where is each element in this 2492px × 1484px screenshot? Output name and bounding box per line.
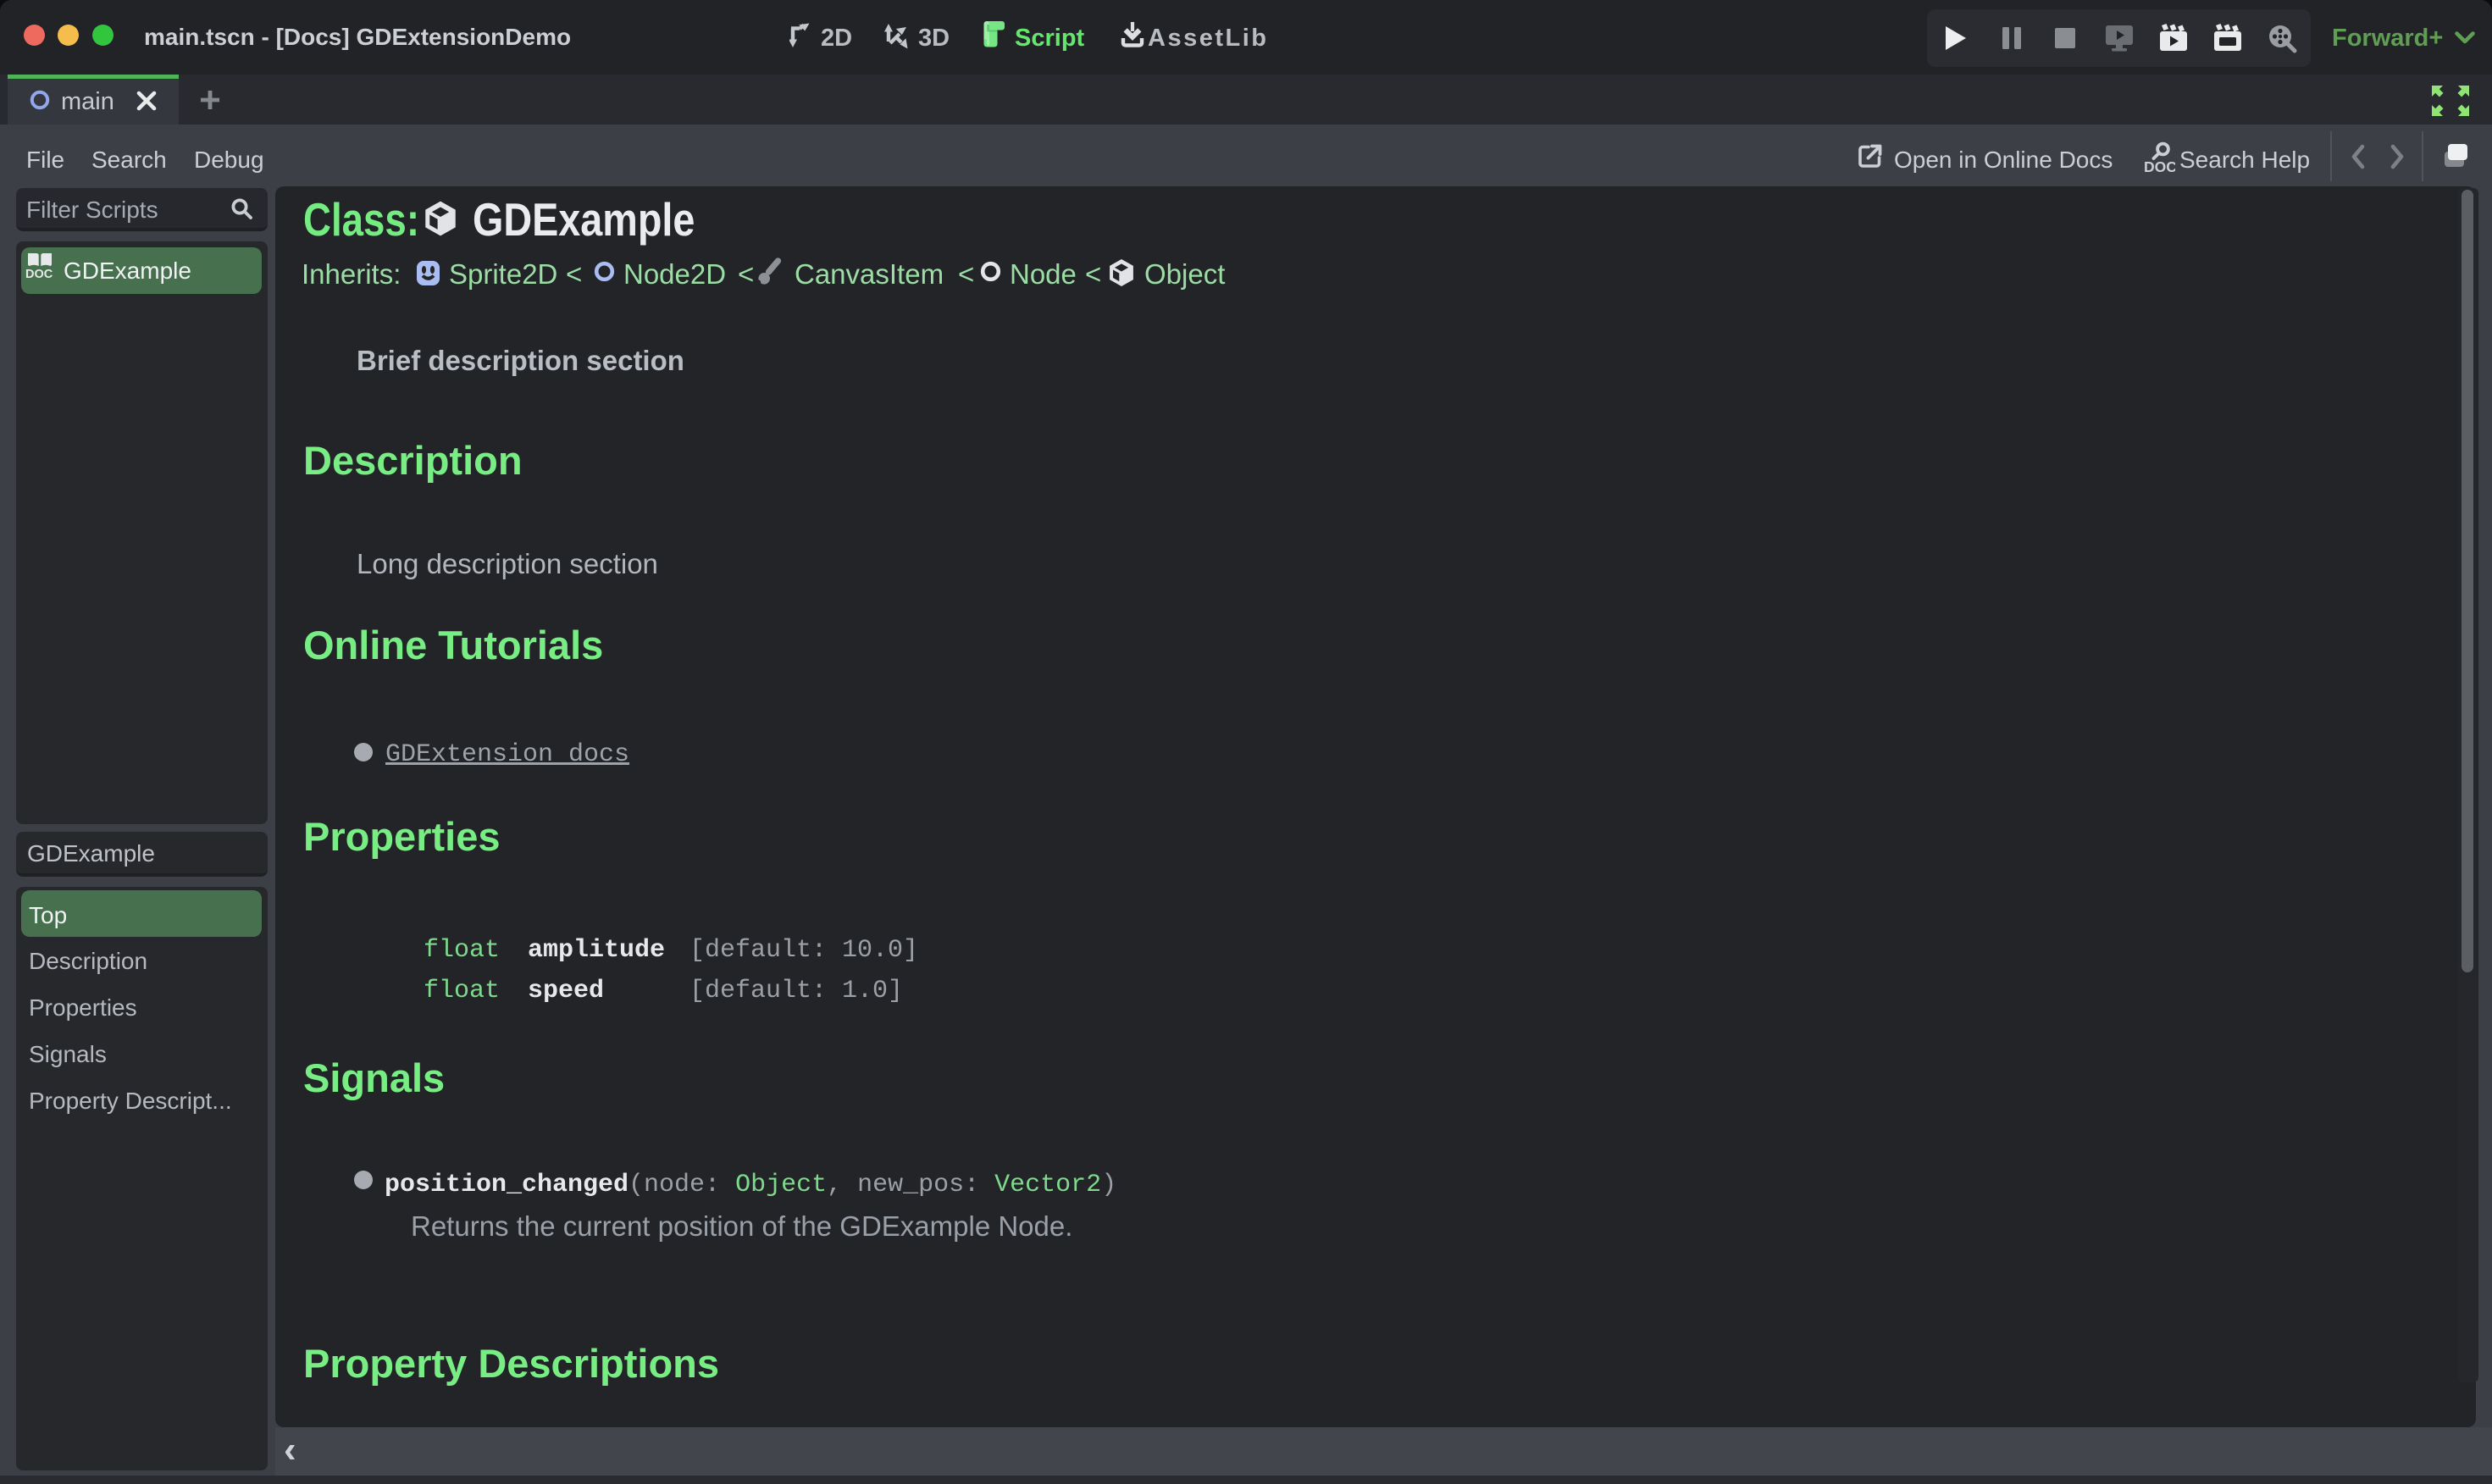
svg-text:DOC: DOC	[2144, 158, 2175, 175]
svg-text:DOC: DOC	[25, 268, 53, 280]
